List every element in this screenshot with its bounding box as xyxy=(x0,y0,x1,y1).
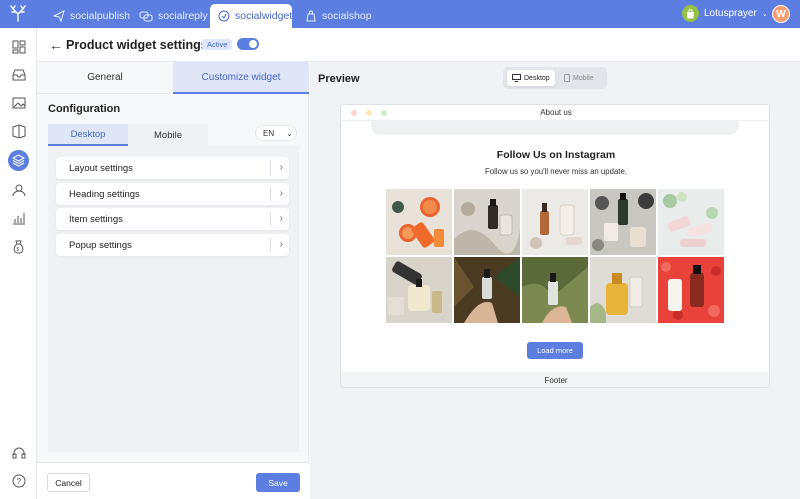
save-button[interactable]: Save xyxy=(256,473,300,492)
tab-label: socialshop xyxy=(322,10,372,22)
feed-photo[interactable] xyxy=(658,189,724,255)
feed-photo[interactable] xyxy=(454,257,520,323)
layers-icon[interactable] xyxy=(8,150,29,171)
preview-mobile-label: Mobile xyxy=(573,74,594,82)
phone-icon xyxy=(564,74,570,82)
back-arrow-icon[interactable]: ← xyxy=(49,37,63,53)
device-tab-desktop[interactable]: Desktop xyxy=(48,124,128,146)
tab-socialwidget[interactable]: socialwidget xyxy=(210,4,292,28)
preview-device-toggle: Desktop Mobile xyxy=(503,67,607,89)
layout-settings-item[interactable]: Layout settings › xyxy=(56,157,289,179)
headset-icon[interactable] xyxy=(9,443,28,462)
book-icon[interactable] xyxy=(9,121,28,140)
settings-item-label: Item settings xyxy=(69,213,123,225)
cancel-button[interactable]: Cancel xyxy=(47,473,90,492)
feed-photo[interactable] xyxy=(590,189,656,255)
language-value: EN xyxy=(263,128,275,138)
widget-subtitle: Follow us so you'll never miss an update… xyxy=(485,167,627,176)
widget-icon xyxy=(218,10,230,22)
sidebar: $ ? xyxy=(0,28,37,499)
settings-item-label: Layout settings xyxy=(69,162,133,174)
top-nav-bar: socialpublish socialreply socialwidget s… xyxy=(0,0,800,28)
divider xyxy=(270,187,271,201)
preview-heading: Preview xyxy=(318,73,360,85)
svg-text:$: $ xyxy=(17,247,20,253)
tab-socialreply[interactable]: socialreply xyxy=(131,4,216,28)
chevron-right-icon: › xyxy=(279,162,283,173)
avatar[interactable]: W xyxy=(772,5,790,23)
settings-item-label: Heading settings xyxy=(69,188,140,200)
antler-logo-icon[interactable] xyxy=(8,5,28,23)
page-title: Product widget settings xyxy=(66,38,208,52)
tab-label: socialpublish xyxy=(70,10,131,22)
money-bag-icon[interactable]: $ xyxy=(9,237,28,256)
image-icon[interactable] xyxy=(9,93,28,112)
preview-panel: Preview Desktop Mobile About us Follow U… xyxy=(310,62,800,499)
browser-mockup: About us Follow Us on Instagram Follow u… xyxy=(340,104,770,388)
language-select[interactable]: EN ⌄ xyxy=(255,125,297,141)
browser-title-bar: About us xyxy=(341,105,769,121)
feed-photo[interactable] xyxy=(522,189,588,255)
tab-socialpublish[interactable]: socialpublish xyxy=(45,4,138,28)
page-footer: Footer xyxy=(341,372,769,387)
instagram-feed-grid xyxy=(386,189,725,323)
tab-customize-widget[interactable]: Customize widget xyxy=(173,62,309,94)
settings-list: Layout settings › Heading settings › Ite… xyxy=(48,146,299,452)
popup-settings-item[interactable]: Popup settings › xyxy=(56,234,289,256)
chevron-right-icon: › xyxy=(279,188,283,199)
page-header-text: About us xyxy=(540,108,572,117)
preview-desktop-button[interactable]: Desktop xyxy=(507,70,555,86)
preview-desktop-label: Desktop xyxy=(524,74,550,82)
tab-socialshop[interactable]: socialshop xyxy=(297,4,380,28)
inbox-icon[interactable] xyxy=(9,65,28,84)
preview-mobile-button[interactable]: Mobile xyxy=(559,70,599,86)
divider xyxy=(270,212,271,226)
shop-selector[interactable]: Lotusprayer ⌄ xyxy=(682,5,768,22)
bar-chart-icon[interactable] xyxy=(9,208,28,227)
chevron-right-icon: › xyxy=(279,239,283,250)
shop-name-label: Lotusprayer xyxy=(704,8,757,19)
shopping-bag-icon xyxy=(306,10,316,22)
divider xyxy=(270,238,271,252)
feed-photo[interactable] xyxy=(590,257,656,323)
active-toggle[interactable] xyxy=(237,38,259,50)
page-header: ← Product widget settings Active xyxy=(37,28,800,62)
feed-photo[interactable] xyxy=(386,257,452,323)
configuration-heading: Configuration xyxy=(48,103,121,115)
panel-footer: Cancel Save xyxy=(37,462,309,499)
feed-photo[interactable] xyxy=(386,189,452,255)
feed-photo[interactable] xyxy=(658,257,724,323)
chevron-down-icon: ⌄ xyxy=(761,10,768,18)
shopify-bag-icon xyxy=(682,5,699,22)
dashboard-icon[interactable] xyxy=(9,37,28,56)
feed-photo[interactable] xyxy=(454,189,520,255)
svg-text:?: ? xyxy=(16,477,21,486)
tab-label: socialreply xyxy=(158,10,208,22)
widget-title: Follow Us on Instagram xyxy=(496,149,616,161)
tab-label: socialwidget xyxy=(235,10,293,22)
chevron-right-icon: › xyxy=(279,213,283,224)
status-badge: Active xyxy=(202,39,233,50)
settings-item-label: Popup settings xyxy=(69,239,132,251)
page-header-band xyxy=(371,121,739,135)
user-icon[interactable] xyxy=(9,180,28,199)
configuration-panel: General Customize widget Configuration D… xyxy=(37,62,309,499)
heading-settings-item[interactable]: Heading settings › xyxy=(56,183,289,205)
feed-photo[interactable] xyxy=(522,257,588,323)
device-tab-mobile[interactable]: Mobile xyxy=(128,124,208,146)
tab-general[interactable]: General xyxy=(37,62,173,94)
divider xyxy=(270,161,271,175)
chat-bubbles-icon xyxy=(139,11,153,22)
help-icon[interactable]: ? xyxy=(9,471,28,490)
chevron-down-icon: ⌄ xyxy=(286,128,293,138)
monitor-icon xyxy=(512,74,521,82)
paper-plane-icon xyxy=(53,10,65,22)
load-more-button[interactable]: Load more xyxy=(527,342,583,359)
item-settings-item[interactable]: Item settings › xyxy=(56,208,289,230)
